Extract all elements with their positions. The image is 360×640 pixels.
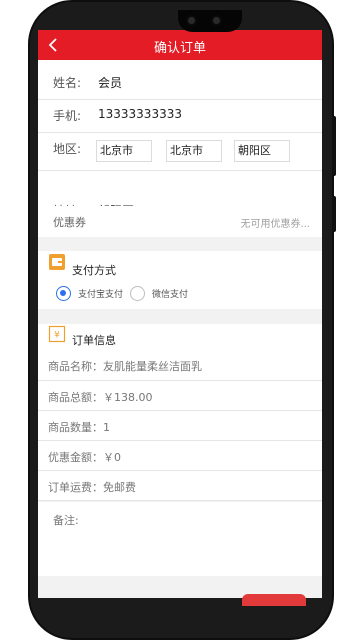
order-info-title: 订单信息 xyxy=(72,334,116,347)
sensor-icon xyxy=(211,15,222,26)
phone-label: 手机: xyxy=(53,109,82,123)
total-amount: 商品总额：￥138.00 xyxy=(48,391,153,404)
name-label: 姓名: xyxy=(53,76,82,90)
product-name-row: 商品名称：友肌能量柔丝洁面乳 xyxy=(38,350,322,380)
phone-field[interactable]: 13333333333 xyxy=(98,107,182,121)
shipping-row: 订单运费：免邮费 xyxy=(38,471,322,500)
submit-order-button[interactable] xyxy=(242,594,306,606)
svg-text:¥: ¥ xyxy=(54,331,60,341)
wechat-pay-radio[interactable] xyxy=(130,286,145,301)
page-title: 确认订单 xyxy=(153,41,206,56)
wechat-pay-label[interactable]: 微信支付 xyxy=(152,287,188,300)
payment-header: 支付方式 xyxy=(38,251,322,279)
product-name: 商品名称：友肌能量柔丝洁面乳 xyxy=(48,360,202,373)
district-select[interactable]: 朝阳区 xyxy=(234,140,290,162)
city-select[interactable]: 北京市 xyxy=(166,140,222,162)
coupon-label: 优惠券 xyxy=(53,216,86,229)
product-quantity: 商品数量：1 xyxy=(48,421,110,434)
coupon-hint: 无可用优惠券... xyxy=(240,219,310,230)
shipping-fee: 订单运费：免邮费 xyxy=(48,481,136,494)
address-form: 姓名: 会员 手机: 13333333333 地区: 北京市 北京市 朝阳区 地… xyxy=(38,60,322,223)
app-screen: 确认订单 姓名: 会员 手机: 13333333333 地区: 北京市 北京市 … xyxy=(38,30,322,598)
coupon-row[interactable]: 优惠券 无可用优惠券... xyxy=(38,206,322,237)
power-button xyxy=(332,196,336,232)
order-info-header: ¥ 订单信息 xyxy=(38,324,322,350)
alipay-radio[interactable] xyxy=(56,286,71,301)
yen-receipt-icon: ¥ xyxy=(48,325,66,343)
discount-amount: 优惠金额：￥0 xyxy=(48,451,121,464)
name-field[interactable]: 会员 xyxy=(98,74,122,91)
alipay-label[interactable]: 支付宝支付 xyxy=(78,287,123,300)
quantity-row: 商品数量：1 xyxy=(38,411,322,440)
payment-options: 支付宝支付 微信支付 xyxy=(38,279,322,309)
divider xyxy=(38,99,322,100)
front-camera-icon xyxy=(186,15,197,26)
divider xyxy=(38,500,322,501)
remark-area[interactable]: 备注: xyxy=(38,502,322,576)
province-select[interactable]: 北京市 xyxy=(96,140,152,162)
remark-label: 备注: xyxy=(53,514,79,527)
payment-title: 支付方式 xyxy=(72,264,116,277)
region-row: 北京市 北京市 朝阳区 xyxy=(38,132,322,168)
divider xyxy=(38,170,322,171)
camera-notch xyxy=(178,10,242,32)
wallet-icon xyxy=(49,254,65,270)
discount-row: 优惠金额：￥0 xyxy=(38,441,322,470)
top-nav-bar: 确认订单 xyxy=(38,30,322,60)
total-row: 商品总额：￥138.00 xyxy=(38,381,322,410)
volume-button xyxy=(332,116,336,176)
